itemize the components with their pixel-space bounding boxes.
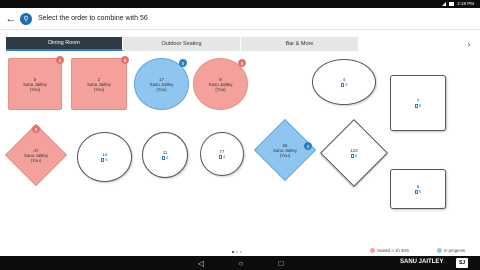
page-indicator [232, 251, 242, 253]
chair-icon [414, 189, 418, 194]
legend-seated: Seated > 1h 30m [370, 248, 409, 253]
you-label: (You) [30, 157, 42, 163]
wifi-icon [442, 1, 447, 6]
legend-in-progress: In progress [437, 248, 465, 253]
table-6[interactable]: 6 6 [390, 169, 446, 209]
arrow-left-icon: ← [5, 12, 17, 25]
battery-icon [449, 1, 455, 6]
tab-bar-and-more[interactable]: Bar & More [241, 37, 359, 51]
page-dot [236, 251, 238, 253]
you-label: (You) [93, 86, 105, 92]
chair-icon [101, 157, 105, 162]
status-time: 2:18 PM [457, 1, 474, 6]
table-123[interactable]: 123 6 [320, 119, 388, 187]
home-nav-icon[interactable]: ○ [236, 258, 246, 268]
chair-icon [350, 153, 354, 158]
guest-count-badge: 5 [179, 59, 187, 67]
you-label: (You) [29, 86, 41, 92]
guest-count-badge: 5 [56, 56, 64, 64]
guest-count-badge: 6 [238, 59, 246, 67]
seat-count: 4 [340, 82, 347, 87]
seat-count: 6 [414, 189, 421, 194]
back-nav-icon[interactable]: ◁ [196, 258, 206, 268]
section-tabs: Dining Room Outdoor Seating Bar & More [6, 37, 359, 51]
chair-icon [414, 103, 418, 108]
guest-count-badge: 5 [32, 125, 40, 133]
app-root: 2:18 PM ← ⚲ Select the order to combine … [0, 0, 480, 270]
status-bar: 2:18 PM [0, 0, 480, 8]
table-4[interactable]: 4 4 [312, 59, 376, 105]
seat-count: 4 [161, 155, 168, 160]
user-name: SANU JAITLEY [400, 259, 444, 265]
you-label: (You) [156, 86, 167, 92]
you-label: (You) [279, 152, 291, 158]
table-56[interactable]: 4 56 Sanu Jaitley (You) [253, 118, 317, 182]
restaurant-icon: ⚲ [20, 12, 32, 25]
seat-count: 6 [414, 103, 421, 108]
back-button[interactable]: ← [4, 8, 18, 30]
table-17[interactable]: 5 17 Sanu Jaitley (You) [134, 58, 189, 110]
avatar[interactable]: SJ [456, 258, 468, 268]
guest-count-badge: 6 [121, 56, 129, 64]
table-11[interactable]: 11 4 [142, 132, 188, 178]
seat-count: 4 [218, 154, 225, 159]
seat-count: 6 [101, 157, 108, 162]
table-5[interactable]: 5 5 Sanu Jaitley (You) [8, 56, 64, 110]
chair-icon [340, 82, 344, 87]
page-dot [240, 251, 242, 253]
table-14[interactable]: 14 6 [77, 132, 132, 182]
legend-swatch [437, 248, 442, 253]
chevron-right-icon[interactable]: › [464, 37, 474, 51]
table-2[interactable]: 6 2 Sanu Jaitley (You) [71, 56, 129, 110]
recents-nav-icon[interactable]: □ [276, 258, 286, 268]
table-7[interactable]: 7 6 [390, 75, 446, 131]
seat-count: 6 [350, 153, 357, 158]
tab-dining-room[interactable]: Dining Room [6, 37, 123, 51]
table-47[interactable]: 5 47 Sanu Jaitley (You) [4, 123, 68, 187]
table-9[interactable]: 6 9 Sanu Jaitley (You) [193, 58, 248, 110]
legend-swatch [370, 248, 375, 253]
tab-outdoor-seating[interactable]: Outdoor Seating [123, 37, 241, 51]
page-dot [232, 251, 234, 253]
table-77[interactable]: 77 4 [200, 132, 244, 176]
app-bar: ← ⚲ Select the order to combine with 56 [0, 8, 480, 30]
page-title: Select the order to combine with 56 [38, 15, 148, 22]
floor-plan: 5 5 Sanu Jaitley (You) 6 2 Sanu Jaitley … [0, 52, 480, 248]
chair-icon [218, 154, 222, 159]
you-label: (You) [215, 86, 226, 92]
chair-icon [161, 155, 165, 160]
